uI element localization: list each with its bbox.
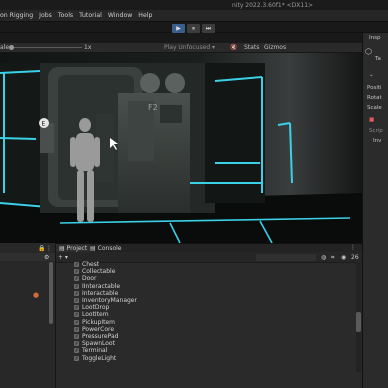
hierarchy-lock-icon[interactable]: 🔒 [38,245,45,252]
visibility-icon[interactable]: ◉ [341,254,346,261]
script-icon: # [74,312,79,318]
game-view-bar: ale 1x Play Unfocused ▾ 🔇 Stats Gizmos [0,43,362,53]
tab-console[interactable]: ▤ Console [90,245,122,252]
menu-help[interactable]: Help [138,12,152,19]
filter-label-icon[interactable]: ⌗ [331,254,334,262]
tab-project[interactable]: ▤ Project [56,244,91,252]
scale-slider-knob[interactable] [9,45,14,50]
inventory-label: Inv [373,138,382,144]
script-icon: # [74,348,79,354]
window-title: nity 2022.3.60f1* <DX11> [232,2,314,9]
title-bar: nity 2022.3.60f1* <DX11> [0,0,388,10]
list-item[interactable]: # PowerCore [74,326,194,333]
bottom-tabs: ▤ Project ▤ Console ⋮ [56,243,362,252]
script-icon: # [74,269,79,275]
script-icon: # [74,341,79,347]
list-item[interactable]: # PressurePad [74,333,194,340]
menu-jobs[interactable]: Jobs [39,12,52,19]
tag-label: Ta [375,56,381,62]
menu-bar: on Rigging Jobs Tools Tutorial Window He… [0,10,388,21]
list-item[interactable]: # IInteractable [74,283,194,290]
list-item[interactable]: # Door [74,275,194,282]
rotation-label: Rotat [367,95,382,101]
menu-window[interactable]: Window [108,12,132,19]
list-item[interactable]: # LootItem [74,311,194,318]
console-icon: ▤ [90,245,96,252]
scale-row-label: Scale [367,105,382,111]
script-icon: # [74,283,79,289]
pause-icon: ⏸ [191,24,195,32]
script-icon: # [74,355,79,361]
play-icon: ▶ [176,25,181,32]
script-label: Scrip [369,128,383,134]
list-item[interactable]: # ToggleLight [74,354,194,362]
pause-button[interactable]: ⏸ [187,24,200,33]
list-item[interactable]: # PickupItem [74,319,194,326]
gizmos-toggle[interactable]: Gizmos [264,44,286,51]
list-item[interactable]: # LootDrop [74,304,194,311]
script-component-icon: ■ [369,117,375,123]
script-icon: # [74,290,79,296]
script-icon: # [74,305,79,311]
list-item[interactable]: # InventoryManager [74,297,194,304]
hierarchy-menu-icon[interactable]: ⋮ [46,245,52,252]
project-file-list: # Chest # Collectable # Door # IInteractable… [74,261,194,362]
project-scrollbar-thumb[interactable] [356,312,361,332]
panel-menu-icon[interactable]: ⋮ [350,244,356,251]
scene-object-icon: ● [33,291,40,299]
list-item[interactable]: # Terminal [74,347,194,354]
interact-prompt-key: E [42,121,46,128]
script-icon: # [74,262,79,268]
menu-animation-rigging[interactable]: on Rigging [0,12,33,19]
hierarchy-scrollbar[interactable] [49,262,53,324]
mute-audio-icon[interactable]: 🔇 [230,44,237,51]
script-icon: # [74,333,79,339]
hierarchy-filter-icon[interactable]: ⚙ [44,254,49,261]
list-item[interactable]: # SpawnLoot [74,340,194,347]
list-item[interactable]: # Interactable [74,290,194,297]
door-sign: F2 [148,103,158,112]
inspector-panel: Insp ⬡ Ta ⌄ Positi Rotat Scale ■ Scrip I… [362,33,388,388]
transform-fold-icon[interactable]: ⌄ [369,72,374,78]
step-button[interactable]: ⏭ [202,24,215,33]
scale-value: 1x [84,44,92,51]
scale-slider[interactable] [9,45,82,50]
cube-icon: ⬡ [365,47,372,56]
scene-render: F2 E [0,53,362,243]
project-search[interactable] [256,254,316,261]
asset-count: 26 [351,254,359,261]
add-asset-button[interactable]: + ▾ [58,254,68,261]
folder-icon: ▤ [59,244,65,252]
filter-type-icon[interactable]: ◍ [321,254,326,261]
script-icon: # [74,276,79,282]
stats-toggle[interactable]: Stats [244,44,259,51]
script-icon: # [74,326,79,332]
project-scrollbar[interactable] [356,262,361,372]
play-focus-dropdown[interactable]: Play Unfocused ▾ [164,44,215,51]
menu-tutorial[interactable]: Tutorial [79,12,102,19]
hierarchy-panel: 🔒 ⋮ ⚙ ● [0,243,56,388]
main-toolbar: ▶ ⏸ ⏭ [0,21,388,33]
step-icon: ⏭ [205,24,212,32]
tab-console-label: Console [97,245,122,252]
menu-tools[interactable]: Tools [58,12,73,19]
play-button[interactable]: ▶ [172,24,185,33]
list-item[interactable]: # Collectable [74,268,194,275]
game-viewport[interactable]: F2 E [0,53,362,243]
inspector-tab[interactable]: Insp [369,35,380,41]
script-icon: # [74,298,79,304]
script-icon: # [74,319,79,325]
position-label: Positi [367,85,382,91]
scale-label: ale [0,44,10,51]
tab-project-label: Project [66,244,88,252]
list-item[interactable]: # Chest [74,261,194,268]
